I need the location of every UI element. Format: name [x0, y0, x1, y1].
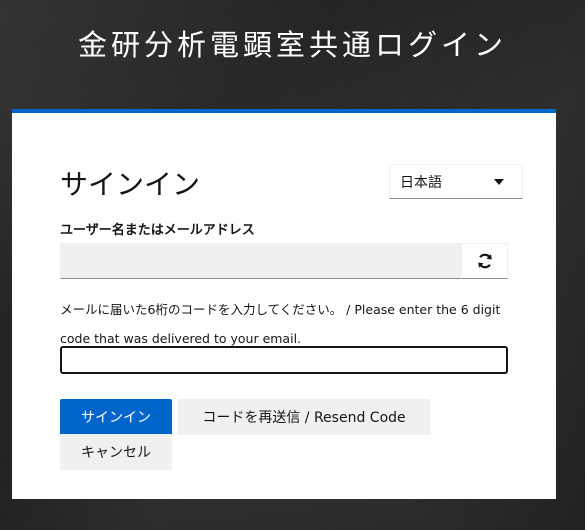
- login-card: サインイン 日本語 ユーザー名またはメールアドレス メールに届いた6桁のコードを…: [12, 109, 556, 499]
- language-select[interactable]: 日本語: [389, 164, 523, 199]
- sign-in-button[interactable]: サインイン: [60, 399, 172, 435]
- refresh-icon: [477, 253, 492, 269]
- language-select-value: 日本語: [400, 174, 442, 191]
- page-header-title: 金研分析電顕室共通ログイン: [77, 28, 507, 62]
- caret-down-icon: [494, 178, 504, 185]
- username-row: [60, 243, 508, 279]
- card-title: サインイン: [60, 168, 201, 201]
- otp-label: メールに届いた6桁のコードを入力してください。 / Please enter t…: [60, 302, 501, 346]
- resend-code-button[interactable]: コードを再送信 / Resend Code: [178, 399, 430, 435]
- cancel-button[interactable]: キャンセル: [60, 434, 172, 470]
- username-input[interactable]: [60, 243, 461, 279]
- refresh-button[interactable]: [461, 243, 508, 279]
- username-label: ユーザー名またはメールアドレス: [60, 223, 255, 238]
- otp-input[interactable]: [60, 346, 508, 374]
